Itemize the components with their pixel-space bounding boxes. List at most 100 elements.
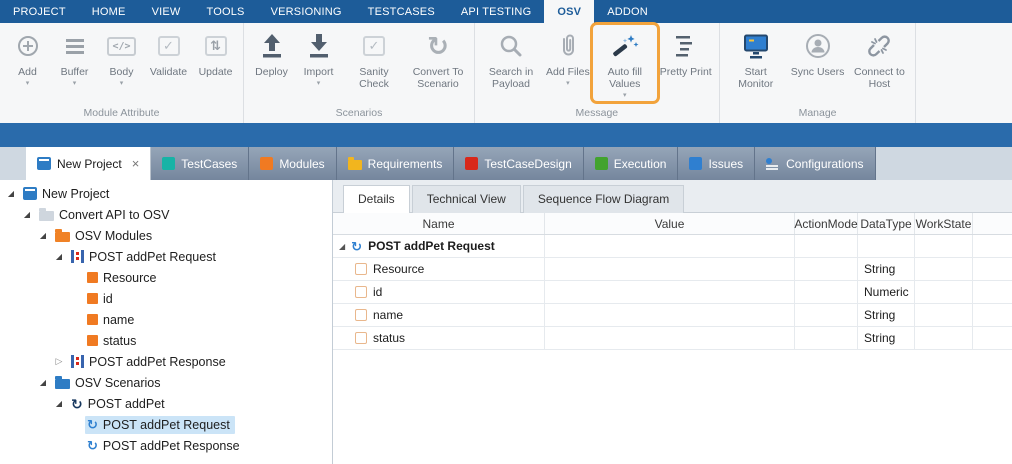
tab-new-project[interactable]: New Project × bbox=[26, 147, 151, 180]
actionmode-cell[interactable] bbox=[795, 304, 858, 326]
tree-item-status[interactable]: status bbox=[0, 330, 332, 351]
tree-item-osv-scenarios[interactable]: OSV Scenarios bbox=[0, 372, 332, 393]
tree-item-resource[interactable]: Resource bbox=[0, 267, 332, 288]
table-row-id[interactable]: id Numeric bbox=[333, 281, 1012, 304]
collapse-icon[interactable] bbox=[6, 189, 16, 198]
collapse-icon[interactable] bbox=[339, 242, 345, 251]
broken-link-icon bbox=[866, 29, 892, 63]
value-cell[interactable] bbox=[545, 327, 795, 349]
column-header-value[interactable]: Value bbox=[545, 213, 795, 234]
collapse-icon[interactable] bbox=[38, 378, 48, 387]
body-button[interactable]: Body bbox=[98, 25, 145, 89]
add-button[interactable]: Add bbox=[4, 25, 51, 89]
column-header-name[interactable]: Name bbox=[333, 213, 545, 234]
tab-configurations[interactable]: Configurations bbox=[755, 147, 875, 180]
menu-versioning[interactable]: VERSIONING bbox=[258, 0, 355, 23]
tab-execution[interactable]: Execution bbox=[584, 147, 679, 180]
tab-testcases[interactable]: TestCases bbox=[151, 147, 249, 180]
workstate-cell[interactable] bbox=[915, 327, 973, 349]
datatype-cell[interactable]: String bbox=[858, 258, 915, 280]
update-icon bbox=[205, 29, 227, 63]
tree-item-post-addpet-response-module[interactable]: POST addPet Response bbox=[0, 351, 332, 372]
pretty-print-button[interactable]: Pretty Print bbox=[657, 25, 715, 80]
tree-item-name[interactable]: name bbox=[0, 309, 332, 330]
detail-panel: Details Technical View Sequence Flow Dia… bbox=[333, 180, 1012, 464]
checkbox[interactable] bbox=[355, 332, 367, 344]
validate-button[interactable]: Validate bbox=[145, 25, 192, 80]
expand-icon[interactable] bbox=[54, 356, 64, 367]
tree-item-id[interactable]: id bbox=[0, 288, 332, 309]
table-row-status[interactable]: status String bbox=[333, 327, 1012, 350]
tree-item-osv-modules[interactable]: OSV Modules bbox=[0, 225, 332, 246]
connect-to-host-button[interactable]: Connect to Host bbox=[847, 25, 911, 92]
table-row-post-addpet-request[interactable]: POST addPet Request bbox=[333, 235, 1012, 258]
actionmode-cell[interactable] bbox=[795, 258, 858, 280]
datatype-cell[interactable]: Numeric bbox=[858, 281, 915, 303]
column-header-datatype[interactable]: DataType bbox=[858, 213, 915, 234]
checkbox[interactable] bbox=[355, 309, 367, 321]
menu-project[interactable]: PROJECT bbox=[0, 0, 79, 23]
subtab-details[interactable]: Details bbox=[343, 185, 410, 213]
collapse-icon[interactable] bbox=[54, 252, 64, 261]
workstate-cell[interactable] bbox=[915, 258, 973, 280]
workstate-cell[interactable] bbox=[915, 235, 973, 257]
menu-tools[interactable]: TOOLS bbox=[193, 0, 257, 23]
convert-to-scenario-button[interactable]: Convert To Scenario bbox=[406, 25, 470, 92]
menu-osv[interactable]: OSV bbox=[544, 0, 594, 23]
add-files-button[interactable]: Add Files bbox=[543, 25, 593, 89]
column-header-workstate[interactable]: WorkState bbox=[915, 213, 973, 234]
actionmode-cell[interactable] bbox=[795, 235, 858, 257]
sync-users-button[interactable]: Sync Users bbox=[788, 25, 848, 80]
datatype-cell[interactable] bbox=[858, 235, 915, 257]
datatype-cell[interactable]: String bbox=[858, 304, 915, 326]
ribbon-group-manage: Start Monitor Sync Users bbox=[720, 23, 917, 123]
table-row-name[interactable]: name String bbox=[333, 304, 1012, 327]
testcases-icon bbox=[162, 157, 175, 170]
datatype-cell[interactable]: String bbox=[858, 327, 915, 349]
collapse-icon[interactable] bbox=[22, 210, 32, 219]
column-header-actionmode[interactable]: ActionMode bbox=[795, 213, 858, 234]
modules-icon bbox=[260, 157, 273, 170]
menu-api-testing[interactable]: API TESTING bbox=[448, 0, 544, 23]
tree-item-post-addpet-request-module[interactable]: POST addPet Request bbox=[0, 246, 332, 267]
collapse-icon[interactable] bbox=[54, 399, 64, 408]
subtab-technical-view[interactable]: Technical View bbox=[412, 185, 521, 213]
value-cell[interactable] bbox=[545, 304, 795, 326]
workstate-cell[interactable] bbox=[915, 304, 973, 326]
sanity-check-button[interactable]: Sanity Check bbox=[342, 25, 406, 92]
checkbox[interactable] bbox=[355, 263, 367, 275]
value-cell[interactable] bbox=[545, 235, 795, 257]
actionmode-cell[interactable] bbox=[795, 327, 858, 349]
tab-testcasedesign[interactable]: TestCaseDesign bbox=[454, 147, 583, 180]
tab-modules[interactable]: Modules bbox=[249, 147, 336, 180]
tab-requirements[interactable]: Requirements bbox=[337, 147, 455, 180]
tree-item-post-addpet-response-scenario[interactable]: POST addPet Response bbox=[0, 435, 332, 456]
start-monitor-button[interactable]: Start Monitor bbox=[724, 25, 788, 92]
value-cell[interactable] bbox=[545, 258, 795, 280]
table-row-resource[interactable]: Resource String bbox=[333, 258, 1012, 281]
collapse-icon[interactable] bbox=[38, 231, 48, 240]
import-button[interactable]: Import bbox=[295, 25, 342, 89]
tree-item-post-addpet-request-scenario[interactable]: POST addPet Request bbox=[0, 414, 332, 435]
monitor-icon bbox=[743, 29, 769, 63]
search-in-payload-button[interactable]: Search in Payload bbox=[479, 25, 543, 92]
menu-addon[interactable]: ADDON bbox=[594, 0, 661, 23]
checkbox[interactable] bbox=[355, 286, 367, 298]
ribbon-group-label: Scenarios bbox=[248, 105, 470, 123]
value-cell[interactable] bbox=[545, 281, 795, 303]
tree-item-new-project[interactable]: New Project bbox=[0, 183, 332, 204]
tree-item-convert-api-to-osv[interactable]: Convert API to OSV bbox=[0, 204, 332, 225]
tab-issues[interactable]: Issues bbox=[678, 147, 755, 180]
buffer-button[interactable]: Buffer bbox=[51, 25, 98, 89]
menu-home[interactable]: HOME bbox=[79, 0, 139, 23]
deploy-button[interactable]: Deploy bbox=[248, 25, 295, 80]
tree-item-post-addpet[interactable]: POST addPet bbox=[0, 393, 332, 414]
actionmode-cell[interactable] bbox=[795, 281, 858, 303]
menu-view[interactable]: VIEW bbox=[139, 0, 194, 23]
workstate-cell[interactable] bbox=[915, 281, 973, 303]
auto-fill-values-button[interactable]: Auto fill Values bbox=[593, 25, 657, 101]
close-icon[interactable]: × bbox=[132, 157, 140, 170]
menu-testcases[interactable]: TESTCASES bbox=[355, 0, 448, 23]
update-button[interactable]: Update bbox=[192, 25, 239, 80]
subtab-sequence-flow-diagram[interactable]: Sequence Flow Diagram bbox=[523, 185, 684, 213]
